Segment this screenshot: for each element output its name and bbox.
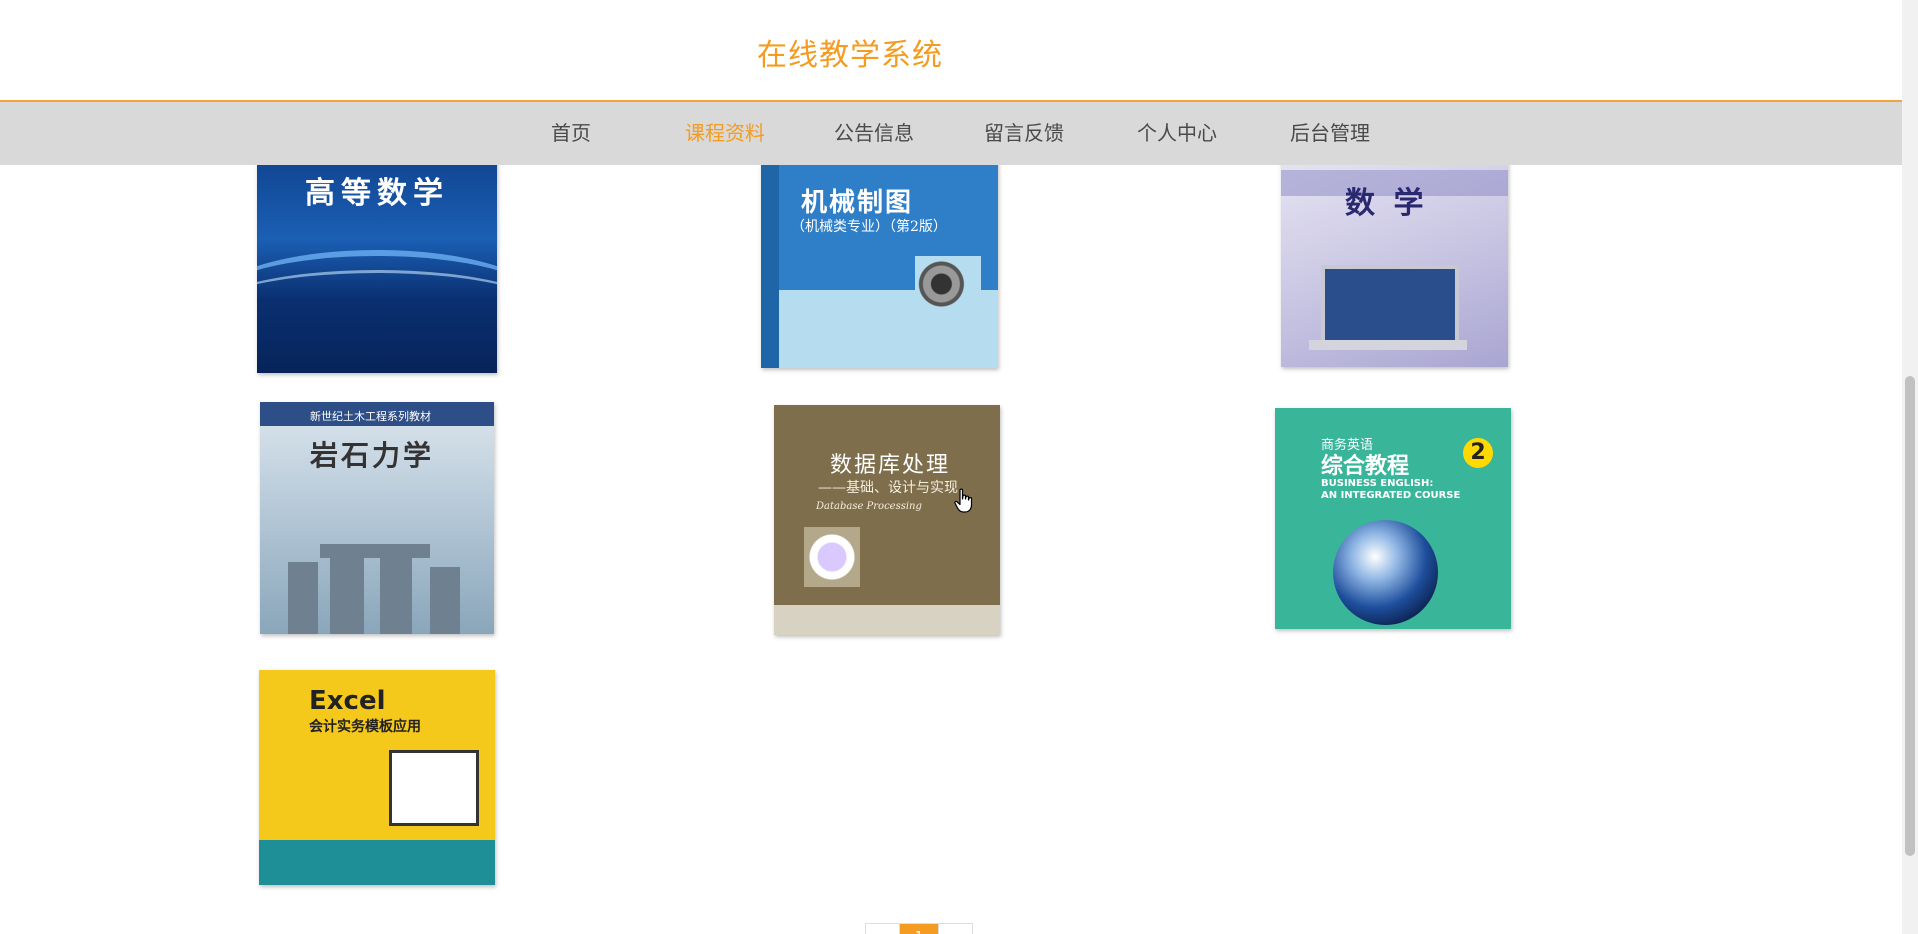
book-title: 数 学 xyxy=(1345,186,1428,221)
page: 在线教学系统 首页 课程资料 公告信息 留言反馈 个人中心 后台管理 高等数学 … xyxy=(0,0,1918,934)
nav-item-feedback[interactable]: 留言反馈 xyxy=(984,102,1064,165)
cover-wave xyxy=(257,270,497,363)
volume-number-badge: 2 xyxy=(1463,438,1493,468)
nav-item-personal-center[interactable]: 个人中心 xyxy=(1137,102,1217,165)
book-title: 高等数学 xyxy=(305,176,449,211)
book-title: Excel xyxy=(309,686,386,716)
nav-item-announcements[interactable]: 公告信息 xyxy=(834,102,914,165)
book-title: 岩石力学 xyxy=(310,439,435,472)
laptop-base xyxy=(1309,340,1467,350)
stone-image xyxy=(288,562,318,634)
cover-spine xyxy=(761,130,779,368)
vertical-scrollbar[interactable] xyxy=(1902,0,1918,934)
book-title: 机械制图 xyxy=(801,188,914,218)
course-book-higher-math[interactable]: 高等数学 xyxy=(257,130,497,373)
book-english-subtitle: AN INTEGRATED COURSE xyxy=(1321,490,1461,501)
cover-illustration xyxy=(804,527,860,587)
pagination-page-button[interactable]: 1 xyxy=(900,924,939,934)
course-book-rock-mechanics[interactable]: 新世纪土木工程系列教材 岩石力学 xyxy=(260,402,494,634)
pagination: « 1 » xyxy=(865,923,973,934)
gear-image xyxy=(915,256,981,312)
nav-item-course-materials[interactable]: 课程资料 xyxy=(685,102,765,165)
book-title: 综合教程 xyxy=(1321,454,1410,479)
book-english-title: Database Processing xyxy=(816,501,922,512)
scrollbar-thumb[interactable] xyxy=(1905,376,1915,856)
stone-image xyxy=(320,544,430,558)
course-book-excel-accounting[interactable]: Excel 会计实务模板应用 xyxy=(259,670,495,885)
book-subtitle: （机械类专业）（第2版） xyxy=(791,219,947,235)
course-book-business-english[interactable]: 商务英语 综合教程 2 BUSINESS ENGLISH: AN INTEGRA… xyxy=(1275,408,1511,629)
device-image xyxy=(389,750,479,826)
cover-footer xyxy=(259,840,495,885)
pagination-prev-button[interactable]: « xyxy=(866,924,900,934)
course-book-mathematics[interactable]: 数 学 xyxy=(1281,130,1508,367)
stone-image xyxy=(380,557,412,634)
site-title: 在线教学系统 xyxy=(757,38,943,73)
nav-item-home[interactable]: 首页 xyxy=(551,102,591,165)
nav-item-admin[interactable]: 后台管理 xyxy=(1290,102,1370,165)
book-subtitle: ——基础、设计与实现 xyxy=(818,480,958,496)
header: 在线教学系统 xyxy=(0,0,1902,102)
pagination-next-button[interactable]: » xyxy=(939,924,972,934)
book-english-title: BUSINESS ENGLISH: xyxy=(1321,478,1434,489)
course-book-database-processing[interactable]: 数据库处理 ——基础、设计与实现 Database Processing xyxy=(774,405,1000,635)
stone-image xyxy=(330,552,364,634)
main-nav: 首页 课程资料 公告信息 留言反馈 个人中心 后台管理 xyxy=(0,102,1902,165)
hand-cursor-icon xyxy=(954,488,973,513)
book-series: 新世纪土木工程系列教材 xyxy=(310,410,431,423)
course-book-mechanical-drawing[interactable]: 机械制图 （机械类专业）（第2版） xyxy=(761,130,998,368)
stone-image xyxy=(430,567,460,634)
cover-footer xyxy=(774,605,1000,635)
book-title: 数据库处理 xyxy=(830,453,951,478)
book-subtitle: 会计实务模板应用 xyxy=(309,719,421,735)
laptop-image xyxy=(1321,265,1459,345)
globe-image xyxy=(1333,520,1438,625)
